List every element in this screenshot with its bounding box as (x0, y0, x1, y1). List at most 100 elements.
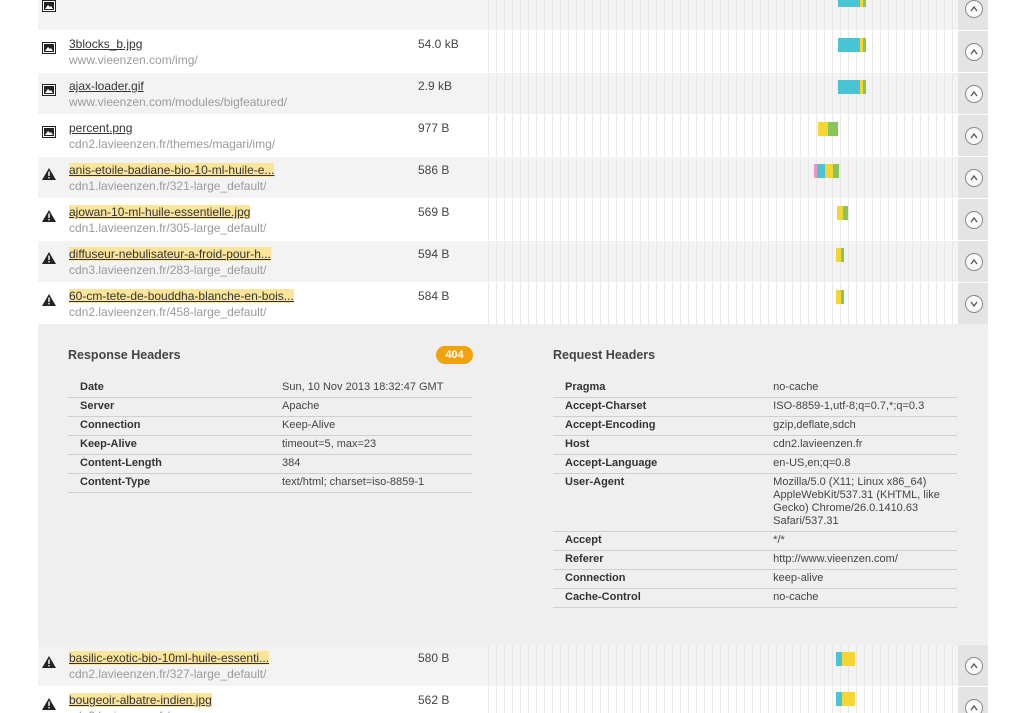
header-key: Date (68, 379, 270, 398)
expand-toggle-icon[interactable] (965, 657, 983, 675)
file-name-link[interactable]: percent.png (69, 121, 132, 135)
waterfall-segment-green (828, 122, 838, 136)
waterfall-bar (838, 80, 866, 94)
request-row[interactable]: bougeoir-albatre-indien.jpg cdn2.lavieenz… (38, 687, 988, 713)
header-value: cdn2.lavieenzen.fr (761, 435, 957, 455)
file-size: 2.9 kB (418, 79, 453, 93)
file-name-link[interactable]: diffuseur-nebulisateur-a-froid-pour-h... (69, 247, 271, 261)
waterfall-segment-green (841, 290, 844, 304)
file-name-link[interactable]: ajowan-10-ml-huile-essentielle.jpg (69, 205, 251, 219)
file-name-link[interactable]: basilic-exotic-bio-10ml-huile-essenti... (69, 651, 270, 665)
header-value: Sun, 10 Nov 2013 18:32:47 GMT (270, 379, 472, 398)
header-value: Keep-Alive (270, 416, 472, 436)
header-row: Accept-Encoding gzip,deflate,sdch (553, 416, 957, 436)
waterfall-bar (836, 248, 844, 262)
warning-icon (42, 251, 56, 264)
waterfall-segment-teal (838, 80, 860, 94)
file-name-link[interactable]: ajax-loader.gif (69, 79, 144, 93)
request-row[interactable]: basilic-exotic-bio-10ml-huile-essenti...… (38, 645, 988, 687)
waterfall-segment-teal (838, 38, 860, 52)
waterfall-bar (836, 652, 855, 666)
file-url: cdn3.lavieenzen.fr/283-large_default/ (69, 263, 267, 277)
header-value: text/html; charset=iso-8859-1 (270, 473, 472, 493)
header-row: Referer http://www.vieenzen.com/ (553, 550, 957, 570)
request-row[interactable]: 3blocks_b.jpg www.vieenzen.com/img/54.0 k… (38, 31, 988, 73)
toggle-column (958, 157, 988, 198)
header-key: Accept-Encoding (553, 416, 762, 436)
file-size: 54.0 kB (418, 37, 459, 51)
file-name-link[interactable]: bougeoir-albatre-indien.jpg (69, 693, 212, 707)
file-name-link[interactable]: 60-cm-tete-de-bouddha-blanche-en-bois... (69, 289, 294, 303)
waterfall-timeline (488, 199, 958, 240)
request-row[interactable]: ajax-loader.gif www.vieenzen.com/modules/… (38, 73, 988, 115)
expand-toggle-icon[interactable] (965, 43, 983, 61)
header-value: Apache (270, 397, 472, 417)
request-row[interactable]: 60-cm-tete-de-bouddha-blanche-en-bois...… (38, 283, 988, 325)
toggle-column (958, 31, 988, 72)
header-value: http://www.vieenzen.com/ (761, 550, 957, 570)
file-name-link[interactable]: anis-etoile-badiane-bio-10-ml-huile-e... (69, 163, 275, 177)
warning-icon (42, 167, 56, 180)
expand-toggle-icon[interactable] (965, 699, 983, 713)
waterfall-bar (837, 206, 848, 220)
waterfall-bar (818, 122, 838, 136)
header-row: Content-Type text/html; charset=iso-8859-… (68, 473, 472, 493)
waterfall-bar (814, 164, 839, 178)
header-row: Keep-Alive timeout=5, max=23 (68, 435, 472, 455)
request-row[interactable]: ajowan-10-ml-huile-essentielle.jpg cdn1.l… (38, 199, 988, 241)
header-key: Accept-Language (553, 454, 762, 474)
toggle-column (958, 283, 988, 324)
expand-toggle-icon[interactable] (965, 211, 983, 229)
toggle-column (958, 0, 988, 30)
header-key: Accept-Charset (553, 397, 762, 417)
header-value: no-cache (761, 588, 957, 608)
file-size: 584 B (418, 289, 450, 303)
header-value: gzip,deflate,sdch (761, 416, 957, 436)
header-value: ISO-8859-1,utf-8;q=0.7,*;q=0.3 (761, 397, 957, 417)
request-row[interactable]: diffuseur-nebulisateur-a-froid-pour-h...… (38, 241, 988, 283)
request-row[interactable]: anis-etoile-badiane-bio-10-ml-huile-e...… (38, 157, 988, 199)
header-key: Connection (68, 416, 270, 436)
expand-toggle-icon[interactable] (965, 253, 983, 271)
file-size: 977 B (418, 121, 450, 135)
request-row[interactable]: separation.jpgwww.vieenzen.com/img/8.2 k… (38, 0, 988, 31)
waterfall-timeline (488, 31, 958, 72)
expand-toggle-icon[interactable] (965, 85, 983, 103)
header-value: Mozilla/5.0 (X11; Linux x86_64) AppleWeb… (761, 473, 957, 532)
request-detail-panel: Response Headers 404 Date Sun, 10 Nov 201… (38, 324, 988, 645)
waterfall-segment-yellow (842, 692, 855, 706)
warning-icon (42, 209, 56, 222)
waterfall-timeline (488, 687, 958, 713)
file-name-link[interactable]: 3blocks_b.jpg (69, 37, 142, 51)
request-row[interactable]: percent.png cdn2.lavieenzen.fr/themes/mag… (38, 115, 988, 157)
image-icon (42, 0, 56, 12)
image-icon (42, 83, 56, 96)
file-url: cdn2.lavieenzen.fr/458-large_default/ (69, 305, 267, 319)
expand-toggle-icon[interactable] (965, 127, 983, 145)
waterfall-segment-teal (838, 0, 860, 7)
request-headers-table: Pragma no-cache Accept-Charset ISO-8859-1,u… (553, 379, 957, 608)
waterfall-bar (836, 290, 844, 304)
header-value: no-cache (761, 379, 957, 398)
expand-toggle-icon[interactable] (965, 169, 983, 187)
header-key: Server (68, 397, 270, 417)
header-key: Accept (553, 531, 762, 551)
file-url: cdn1.lavieenzen.fr/321-large_default/ (69, 179, 267, 193)
header-key: User-Agent (553, 473, 762, 532)
collapse-toggle-icon[interactable] (965, 295, 983, 313)
waterfall-timeline (488, 115, 958, 156)
waterfall-segment-yellow (825, 164, 833, 178)
response-headers-title: Response Headers (68, 348, 181, 362)
header-row: Accept-Language en-US,en;q=0.8 (553, 454, 957, 474)
waterfall-timeline (488, 283, 958, 324)
request-headers-title: Request Headers (553, 348, 656, 362)
toggle-column (958, 687, 988, 713)
image-icon (42, 41, 56, 54)
waterfall-bar (838, 38, 866, 52)
expand-toggle-icon[interactable] (965, 0, 983, 18)
waterfall-segment-green (843, 206, 848, 220)
header-key: Content-Type (68, 473, 270, 493)
header-value: 384 (270, 454, 472, 474)
waterfall-segment-green (863, 0, 866, 7)
header-row: Pragma no-cache (553, 379, 957, 398)
